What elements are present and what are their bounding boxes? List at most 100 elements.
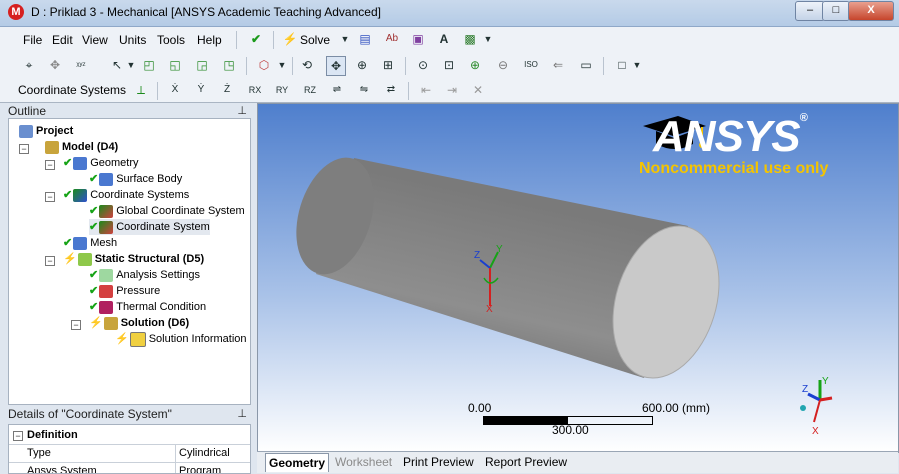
- zoom-out-icon[interactable]: ⊖: [494, 56, 512, 74]
- magnifier-window-icon[interactable]: ⊡: [440, 56, 458, 74]
- details-row-type[interactable]: Type Cylindrical: [9, 445, 250, 463]
- scale-max-label: 600.00 (mm): [642, 401, 711, 415]
- new-section-plane-icon[interactable]: ▤: [356, 30, 374, 48]
- project-icon: [19, 124, 33, 138]
- zoom-icon[interactable]: ⊕: [353, 56, 371, 74]
- minimize-button[interactable]: –: [795, 1, 825, 21]
- previous-view-icon[interactable]: ⇐: [549, 56, 567, 74]
- menu-tools[interactable]: Tools: [157, 33, 185, 47]
- flip-y-icon[interactable]: ⇋: [355, 81, 373, 99]
- global-axis-label-y: Y: [822, 376, 829, 387]
- move-z-icon[interactable]: Ż: [218, 81, 236, 99]
- tree-node-solution-information[interactable]: ⚡ Solution Information: [115, 331, 247, 347]
- thermal-condition-icon: [99, 300, 114, 314]
- tree-node-global-coordinate-system[interactable]: ✔ Global Coordinate System: [89, 203, 245, 219]
- box-zoom-icon[interactable]: ⊞: [379, 56, 397, 74]
- tree-node-mesh[interactable]: ✔ Mesh: [63, 235, 117, 251]
- toolbar-separator: [292, 57, 293, 75]
- coordinate-systems-icon: [73, 188, 88, 202]
- collapse-icon[interactable]: −: [45, 256, 55, 266]
- annotation-icon[interactable]: Ab: [383, 30, 401, 48]
- graphics-viewport[interactable]: ANSYS® Noncommercial use only Y Z X 0.00…: [257, 103, 899, 453]
- chevron-down-icon[interactable]: ▼: [479, 30, 497, 48]
- menu-view[interactable]: View: [82, 33, 108, 47]
- flip-x-icon[interactable]: ⇌: [328, 81, 346, 99]
- select-body-icon[interactable]: ◳: [220, 56, 238, 74]
- select-edge-icon[interactable]: ◱: [166, 56, 184, 74]
- pin-icon[interactable]: ⊥: [237, 104, 247, 117]
- solve-lightning-icon[interactable]: ⚡: [281, 30, 299, 48]
- move-down-icon[interactable]: ⇥: [443, 81, 461, 99]
- title-bar: M D : Priklad 3 - Mechanical [ANSYS Acad…: [0, 0, 899, 27]
- tab-print-preview[interactable]: Print Preview: [403, 455, 474, 469]
- tree-node-surface-body[interactable]: ✔ Surface Body: [89, 171, 182, 187]
- toolbar-separator: [273, 31, 274, 49]
- select-coordinates-icon[interactable]: ᵡʸᶻ: [72, 56, 90, 74]
- chevron-down-icon[interactable]: ▼: [122, 56, 140, 74]
- select-point-icon[interactable]: ✥: [46, 56, 64, 74]
- lightning-icon: ⚡: [89, 317, 103, 329]
- maximize-button[interactable]: □: [822, 1, 850, 21]
- set-view-icon[interactable]: ▭: [577, 56, 595, 74]
- details-row-ansys-system[interactable]: Ansys System Program: [9, 463, 250, 473]
- collapse-icon[interactable]: −: [45, 192, 55, 202]
- menu-edit[interactable]: Edit: [52, 33, 73, 47]
- chevron-down-icon[interactable]: ▼: [336, 30, 354, 48]
- chevron-down-icon[interactable]: ▼: [273, 56, 291, 74]
- extend-selection-icon[interactable]: ⬡: [255, 56, 273, 74]
- flip-z-icon[interactable]: ⇄: [382, 81, 400, 99]
- comment-icon[interactable]: A: [435, 30, 453, 48]
- tree-node-solution[interactable]: ⚡ Solution (D6): [89, 315, 189, 331]
- move-up-icon[interactable]: ⇤: [417, 81, 435, 99]
- tree-node-coordinate-systems[interactable]: ✔ Coordinate Systems: [63, 187, 189, 203]
- pin-icon[interactable]: ⊥: [237, 407, 247, 420]
- iso-view-icon[interactable]: ISO: [522, 56, 540, 74]
- zoom-in-icon[interactable]: ⊕: [466, 56, 484, 74]
- collapse-icon[interactable]: −: [19, 144, 29, 154]
- check-icon: ✔: [89, 205, 99, 217]
- select-mode-icon[interactable]: ⌖: [20, 56, 38, 74]
- pan-icon[interactable]: ✥: [326, 56, 346, 76]
- tab-worksheet[interactable]: Worksheet: [335, 455, 392, 469]
- chevron-down-icon[interactable]: ▼: [628, 56, 646, 74]
- delete-transform-icon[interactable]: ✕: [469, 81, 487, 99]
- move-y-icon[interactable]: Ẏ: [192, 81, 210, 99]
- move-x-icon[interactable]: Ẋ: [166, 81, 184, 99]
- rotate-z-icon[interactable]: RZ: [301, 81, 319, 99]
- tree-node-thermal-condition[interactable]: ✔ Thermal Condition: [89, 299, 206, 315]
- zoom-to-fit-icon[interactable]: ⊙: [414, 56, 432, 74]
- coordinate-systems-toolbar: Coordinate Systems ⟂ Ẋ Ẏ Ż RX RY RZ ⇌ ⇋ …: [0, 78, 899, 103]
- tree-node-geometry[interactable]: ✔ Geometry: [63, 155, 139, 171]
- tree-node-project[interactable]: Project: [19, 123, 73, 139]
- chart-icon[interactable]: ▣: [409, 30, 427, 48]
- tree-node-analysis-settings[interactable]: ✔ Analysis Settings: [89, 267, 200, 283]
- details-section-header[interactable]: − Definition: [9, 427, 250, 445]
- tab-report-preview[interactable]: Report Preview: [485, 455, 567, 469]
- select-face-icon[interactable]: ◲: [193, 56, 211, 74]
- select-vertex-icon[interactable]: ◰: [140, 56, 158, 74]
- rotate-icon[interactable]: ⟲: [298, 56, 316, 74]
- tree-node-static-structural[interactable]: ⚡ Static Structural (D5): [63, 251, 204, 267]
- collapse-icon[interactable]: −: [71, 320, 81, 330]
- coordinate-triad-icon[interactable]: ⟂: [132, 81, 150, 99]
- check-icon[interactable]: ✔: [247, 30, 265, 48]
- menu-file[interactable]: File: [23, 33, 42, 47]
- tree-node-pressure[interactable]: ✔ Pressure: [89, 283, 160, 299]
- global-axis-label-x: X: [812, 426, 819, 437]
- rotate-x-icon[interactable]: RX: [246, 81, 264, 99]
- menu-units[interactable]: Units: [119, 33, 146, 47]
- tree-node-model[interactable]: Model (D4): [45, 139, 118, 155]
- close-button[interactable]: X: [848, 1, 894, 21]
- rotate-y-icon[interactable]: RY: [273, 81, 291, 99]
- mechanical-app-icon[interactable]: M: [8, 4, 24, 20]
- tree-node-coordinate-system[interactable]: ✔ Coordinate System: [89, 219, 210, 235]
- collapse-icon[interactable]: −: [13, 431, 23, 441]
- toolbar-separator: [157, 82, 158, 100]
- menu-help[interactable]: Help: [197, 33, 222, 47]
- collapse-icon[interactable]: −: [45, 160, 55, 170]
- toolbar-separator: [405, 57, 406, 75]
- solve-button[interactable]: Solve: [300, 33, 330, 47]
- image-icon[interactable]: ▩: [461, 30, 479, 48]
- tab-geometry[interactable]: Geometry: [265, 453, 330, 472]
- global-coordinate-triad[interactable]: Y Z X: [790, 374, 850, 444]
